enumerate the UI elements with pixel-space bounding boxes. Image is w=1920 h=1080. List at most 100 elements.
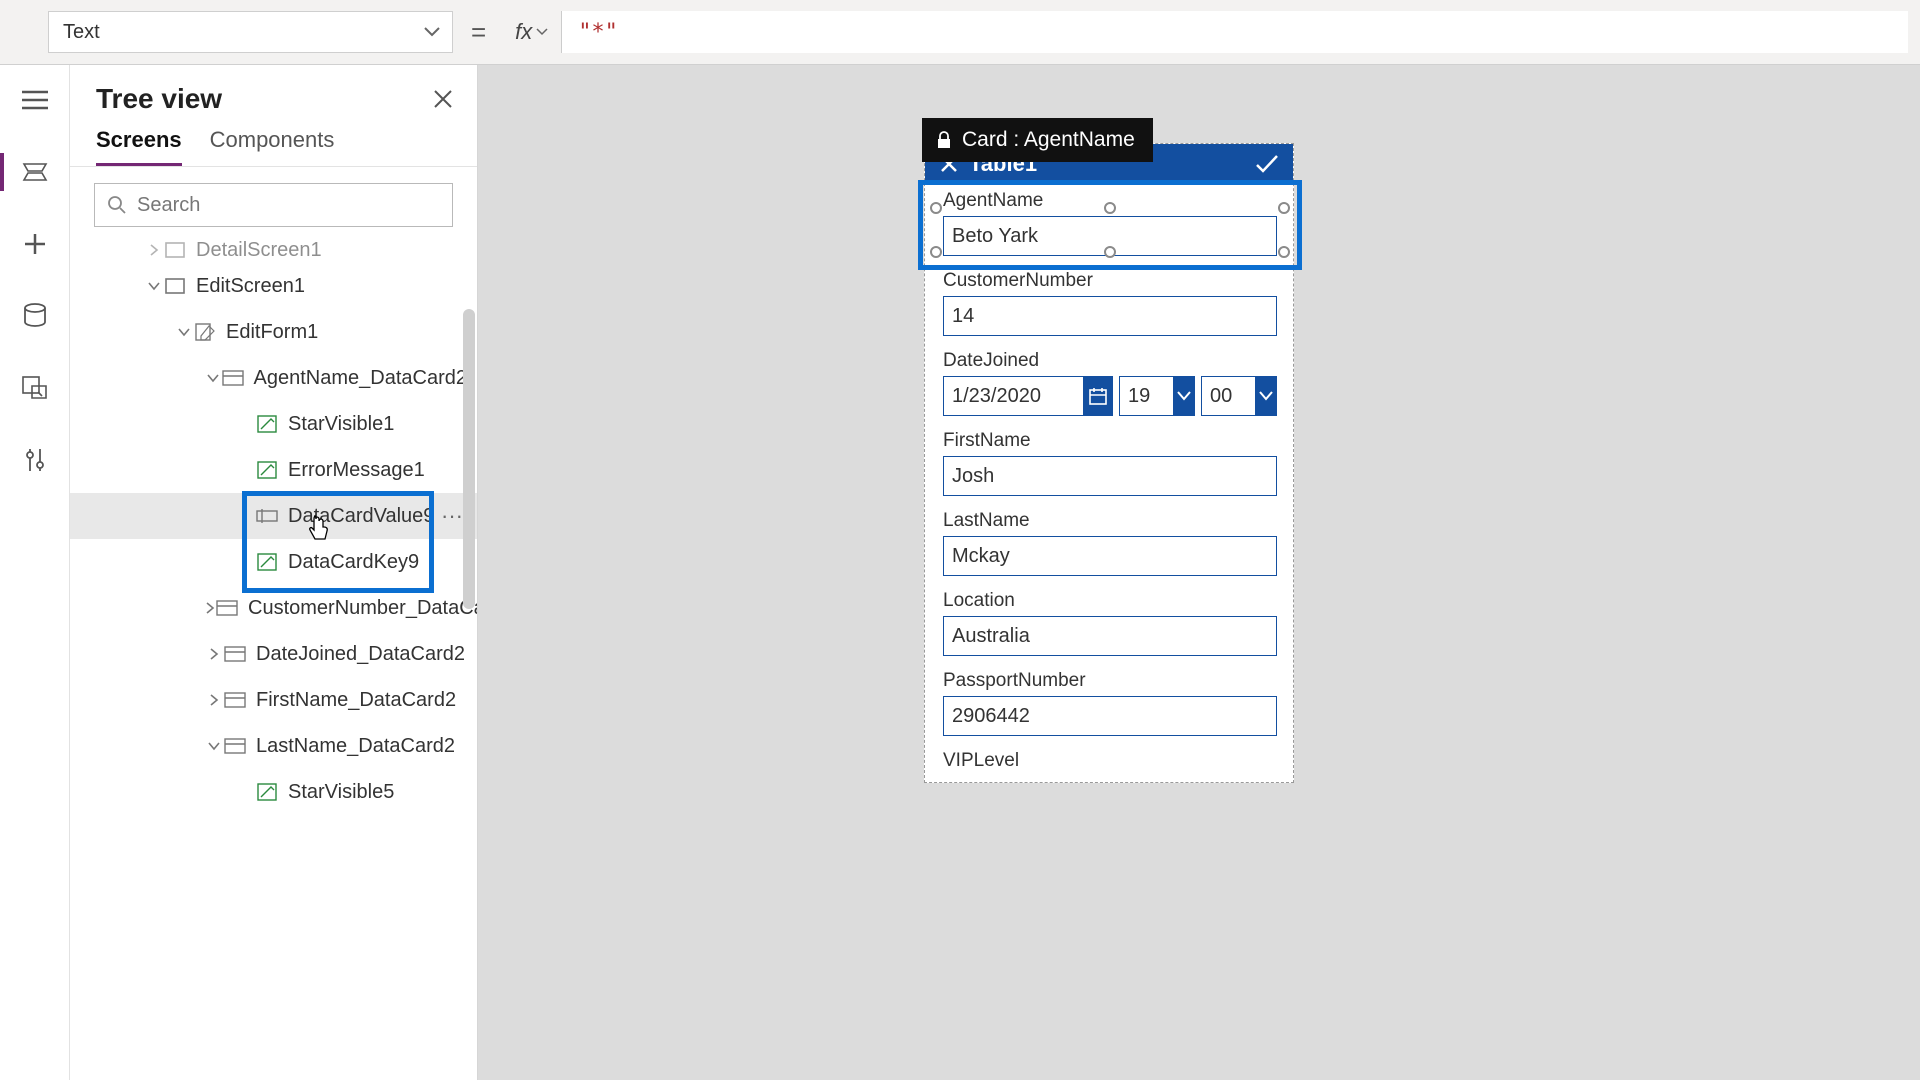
resize-handle[interactable] xyxy=(930,202,942,214)
field-customernumber: CustomerNumber 14 xyxy=(925,264,1293,344)
insert-icon[interactable] xyxy=(12,221,58,267)
field-label: VIPLevel xyxy=(943,750,1277,772)
tree-item-errormessage1[interactable]: ErrorMessage1 xyxy=(70,447,477,493)
tree-item-lastname-card[interactable]: LastName_DataCard2 xyxy=(70,723,477,769)
property-dropdown-value: Text xyxy=(63,21,100,44)
tree-item-detailscreen[interactable]: DetailScreen1 xyxy=(70,237,477,263)
tree-item-starvisible1[interactable]: StarVisible1 xyxy=(70,401,477,447)
hour-select[interactable]: 19 xyxy=(1119,376,1173,416)
settings-icon[interactable] xyxy=(12,437,58,483)
field-input-customernumber[interactable]: 14 xyxy=(943,296,1277,336)
label-icon xyxy=(256,781,278,803)
screen-icon xyxy=(164,239,186,261)
fx-button[interactable]: fx xyxy=(502,11,562,53)
resize-handle[interactable] xyxy=(1278,202,1290,214)
chevron-down-icon xyxy=(204,372,222,384)
form-preview: Table1 AgentName Beto Yark CustomerNumbe… xyxy=(924,143,1294,783)
tree-item-label: AgentName_DataCard2 xyxy=(254,367,467,390)
chevron-right-icon xyxy=(144,244,164,256)
chevron-right-icon xyxy=(204,602,216,614)
tree-view-panel: Tree view Screens Components Search Deta… xyxy=(70,65,478,1080)
hamburger-icon[interactable] xyxy=(12,77,58,123)
property-dropdown[interactable]: Text xyxy=(48,11,453,53)
formula-bar: Text = fx "*" xyxy=(0,0,1920,65)
field-passportnumber: PassportNumber 2906442 xyxy=(925,664,1293,744)
lock-icon xyxy=(936,131,952,149)
tree-item-agentname-card[interactable]: AgentName_DataCard2 xyxy=(70,355,477,401)
tree-item-label: DetailScreen1 xyxy=(196,239,322,262)
tree-item-label: DateJoined_DataCard2 xyxy=(256,643,465,666)
search-placeholder: Search xyxy=(137,194,200,217)
field-lastname: LastName Mckay xyxy=(925,504,1293,584)
tree: DetailScreen1 EditScreen1 EditForm1 Agen… xyxy=(70,237,477,815)
search-icon xyxy=(107,195,127,215)
field-datejoined: DateJoined 1/23/2020 19 00 xyxy=(925,344,1293,424)
screen-icon xyxy=(164,275,186,297)
tree-item-label: DataCardKey9 xyxy=(288,551,419,574)
field-viplevel: VIPLevel xyxy=(925,744,1293,772)
selection-tooltip: Card : AgentName xyxy=(922,118,1153,162)
label-icon xyxy=(256,413,278,435)
tree-item-customernumber-card[interactable]: CustomerNumber_DataCard2 xyxy=(70,585,477,631)
formula-input[interactable]: "*" xyxy=(562,11,1908,53)
card-icon xyxy=(224,735,246,757)
tree-item-label: LastName_DataCard2 xyxy=(256,735,455,758)
calendar-icon[interactable] xyxy=(1083,376,1113,416)
tree-item-label: ErrorMessage1 xyxy=(288,459,425,482)
chevron-down-icon[interactable] xyxy=(1173,376,1195,416)
fx-label: fx xyxy=(515,19,532,45)
tree-item-datacardvalue9[interactable]: DataCardValue9 ··· xyxy=(70,493,477,539)
resize-handle[interactable] xyxy=(930,246,942,258)
tab-components[interactable]: Components xyxy=(210,127,335,166)
tree-item-editform[interactable]: EditForm1 xyxy=(70,309,477,355)
chevron-down-icon xyxy=(536,27,548,37)
tree-item-starvisible5[interactable]: StarVisible5 xyxy=(70,769,477,815)
chevron-down-icon[interactable] xyxy=(1255,376,1277,416)
card-icon xyxy=(224,689,246,711)
tree-item-label: DataCardValue9 xyxy=(288,505,434,528)
resize-handle[interactable] xyxy=(1104,246,1116,258)
data-icon[interactable] xyxy=(12,293,58,339)
tree-item-datejoined-card[interactable]: DateJoined_DataCard2 xyxy=(70,631,477,677)
minute-select[interactable]: 00 xyxy=(1201,376,1255,416)
chevron-down-icon xyxy=(424,26,440,38)
chevron-down-icon xyxy=(174,326,194,338)
field-location: Location Australia xyxy=(925,584,1293,664)
panel-title: Tree view xyxy=(96,83,222,115)
chevron-down-icon xyxy=(204,740,224,752)
close-icon[interactable] xyxy=(433,89,453,109)
field-input-location[interactable]: Australia xyxy=(943,616,1277,656)
tree-view-icon[interactable] xyxy=(12,149,58,195)
resize-handle[interactable] xyxy=(1278,246,1290,258)
date-input[interactable]: 1/23/2020 xyxy=(943,376,1083,416)
field-input-firstname[interactable]: Josh xyxy=(943,456,1277,496)
chevron-down-icon xyxy=(144,280,164,292)
field-label: DateJoined xyxy=(943,350,1277,372)
check-icon[interactable] xyxy=(1255,154,1279,174)
chevron-right-icon xyxy=(204,694,224,706)
tab-screens[interactable]: Screens xyxy=(96,127,182,166)
resize-handle[interactable] xyxy=(1104,202,1116,214)
field-label: PassportNumber xyxy=(943,670,1277,692)
card-icon xyxy=(222,367,244,389)
scrollbar-thumb[interactable] xyxy=(463,309,475,609)
tree-item-firstname-card[interactable]: FirstName_DataCard2 xyxy=(70,677,477,723)
field-label: LastName xyxy=(943,510,1277,532)
panel-tabs: Screens Components xyxy=(70,123,477,167)
card-icon xyxy=(224,643,246,665)
tree-item-datacardkey9[interactable]: DataCardKey9 xyxy=(70,539,477,585)
tree-item-editscreen[interactable]: EditScreen1 xyxy=(70,263,477,309)
tree-item-label: CustomerNumber_DataCard2 xyxy=(248,597,477,620)
tree-item-label: StarVisible1 xyxy=(288,413,394,436)
media-icon[interactable] xyxy=(12,365,58,411)
field-firstname: FirstName Josh xyxy=(925,424,1293,504)
field-label: FirstName xyxy=(943,430,1277,452)
card-icon xyxy=(216,597,238,619)
textinput-icon xyxy=(256,505,278,527)
field-label: CustomerNumber xyxy=(943,270,1277,292)
field-input-lastname[interactable]: Mckay xyxy=(943,536,1277,576)
selection-tooltip-label: Card : AgentName xyxy=(962,128,1135,152)
more-icon[interactable]: ··· xyxy=(441,503,463,529)
field-input-passportnumber[interactable]: 2906442 xyxy=(943,696,1277,736)
search-input[interactable]: Search xyxy=(94,183,453,227)
